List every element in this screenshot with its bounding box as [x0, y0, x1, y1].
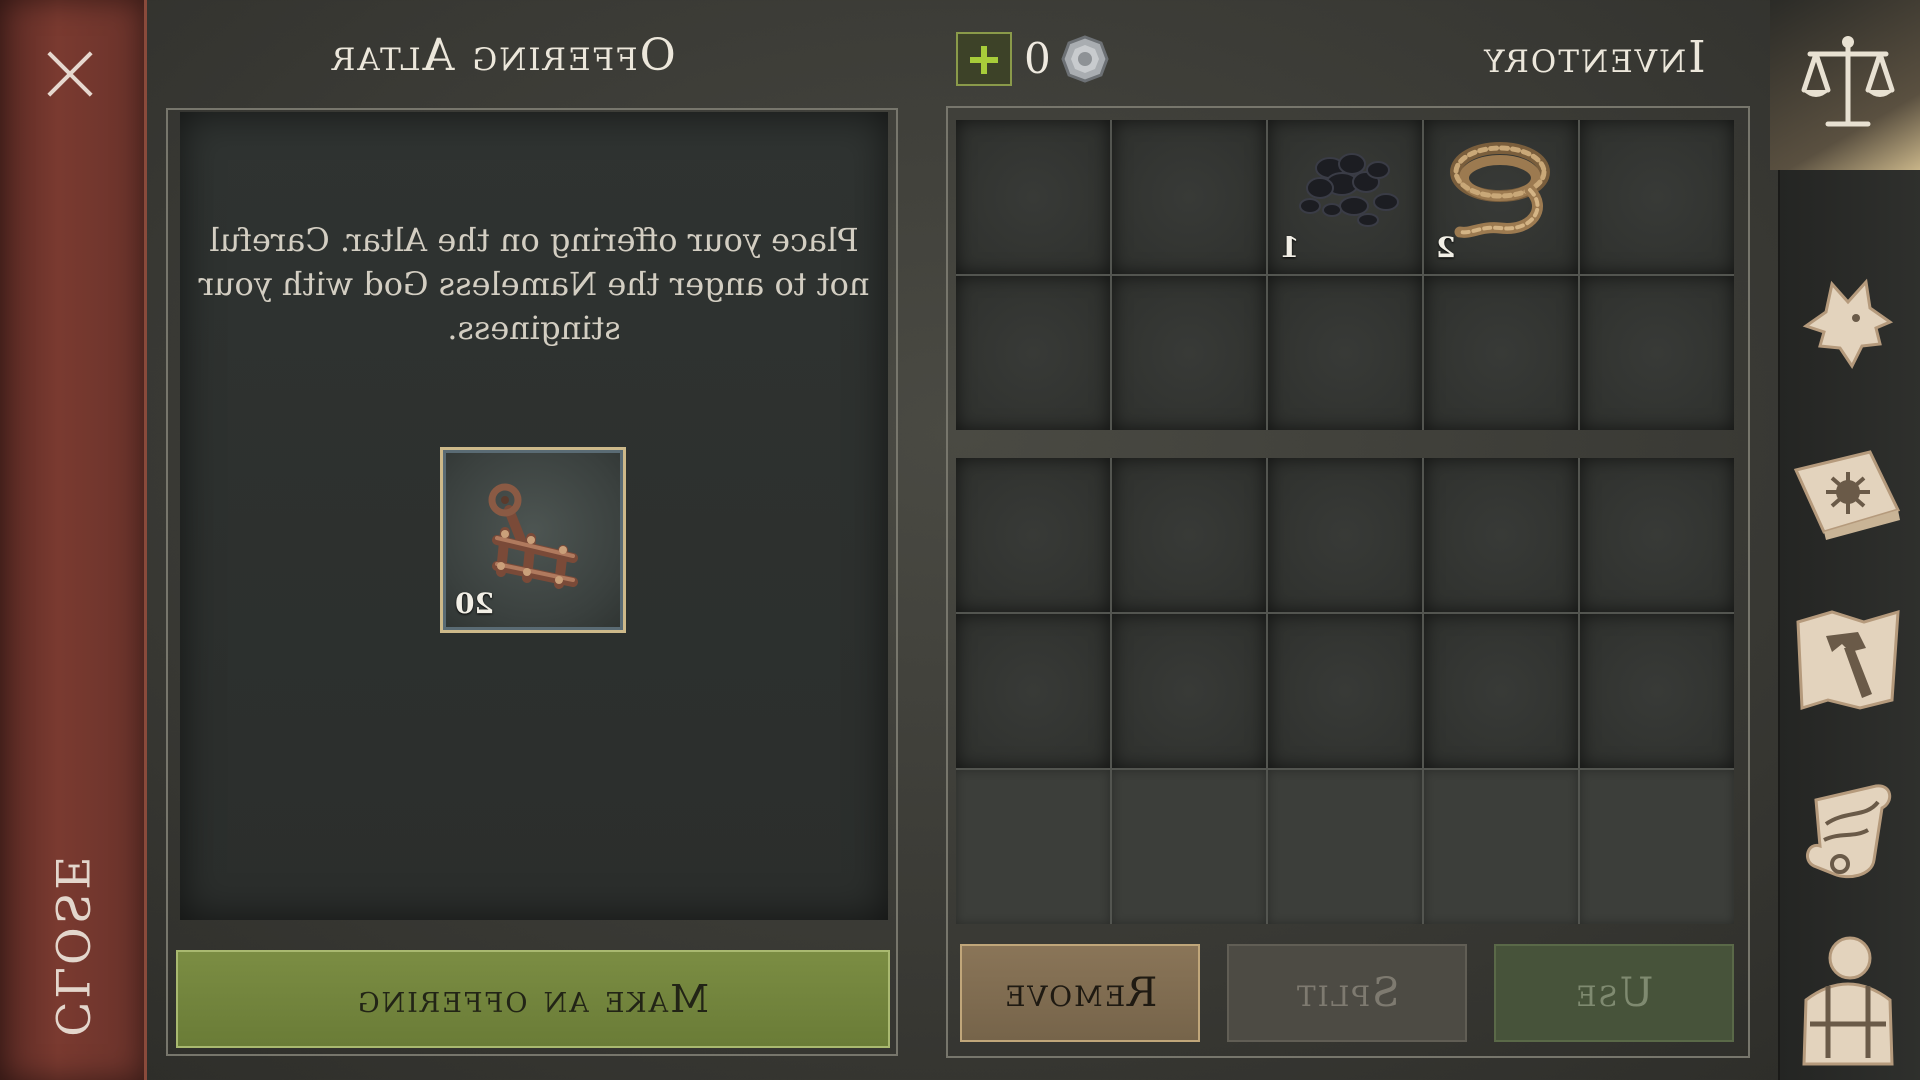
- inventory-slot[interactable]: [1424, 276, 1578, 430]
- inventory-slot-rope[interactable]: 2: [1424, 120, 1578, 274]
- inventory-slot[interactable]: [956, 614, 1110, 768]
- altar-description-line-1: Place your offering on the Altar. Carefu…: [209, 221, 859, 259]
- silver-coin-icon: [1061, 35, 1109, 83]
- inventory-slot[interactable]: [1112, 276, 1266, 430]
- inventory-slot[interactable]: [956, 120, 1110, 274]
- inventory-slot-locked: [1112, 770, 1266, 924]
- altar-title: Offering Altar: [330, 30, 676, 81]
- scales-icon[interactable]: [1796, 30, 1900, 134]
- inventory-slot[interactable]: [1268, 614, 1422, 768]
- remove-button[interactable]: Remove: [960, 944, 1200, 1042]
- character-backpack-icon[interactable]: [1792, 928, 1904, 1068]
- crossbow-frame-icon: [488, 483, 578, 589]
- inventory-slot[interactable]: [1580, 614, 1734, 768]
- plus-icon[interactable]: [956, 32, 1012, 86]
- altar-description: Place your offering on the Altar. Carefu…: [196, 218, 872, 350]
- make-offering-button[interactable]: Make an offering: [176, 950, 890, 1048]
- inventory-slot[interactable]: [1112, 120, 1266, 274]
- close-bar[interactable]: CLOSE: [0, 0, 147, 1080]
- inventory-slot[interactable]: [956, 458, 1110, 612]
- scroll-quill-icon[interactable]: [1796, 780, 1900, 884]
- inventory-slot[interactable]: [1268, 276, 1422, 430]
- coin-count: 0: [1024, 34, 1051, 83]
- inventory-slot-locked: [1580, 770, 1734, 924]
- altar-description-line-3: stinginess.: [447, 309, 621, 347]
- inventory-top-grid: 1 2: [956, 120, 1734, 430]
- inventory-slot[interactable]: [1112, 458, 1266, 612]
- inventory-slot[interactable]: [1580, 276, 1734, 430]
- altar-description-line-2: not to anger the Nameless God with your: [198, 265, 870, 303]
- inventory-slot[interactable]: [1424, 614, 1578, 768]
- inventory-slot-locked: [1268, 770, 1422, 924]
- close-icon[interactable]: [44, 48, 96, 100]
- inventory-slot[interactable]: [956, 276, 1110, 430]
- offering-count: 20: [455, 587, 494, 620]
- inventory-slot[interactable]: [1112, 614, 1266, 768]
- use-button[interactable]: Use: [1494, 944, 1734, 1042]
- close-label: CLOSE: [45, 853, 100, 1037]
- offering-slot[interactable]: 20: [440, 447, 626, 633]
- inventory-slot[interactable]: [1580, 458, 1734, 612]
- inventory-title: Inventory: [1482, 32, 1706, 83]
- wolf-head-icon[interactable]: [1796, 272, 1900, 376]
- split-button[interactable]: Split: [1227, 944, 1467, 1042]
- slot-count: 2: [1436, 231, 1456, 264]
- rope-icon: [1450, 142, 1550, 238]
- inventory-slot-locked: [1424, 770, 1578, 924]
- inventory-slot[interactable]: [1580, 120, 1734, 274]
- hammer-map-icon[interactable]: [1792, 608, 1904, 712]
- inventory-slot[interactable]: [1268, 458, 1422, 612]
- inventory-slot-coal[interactable]: 1: [1268, 120, 1422, 274]
- inventory-bottom-grid: [956, 458, 1734, 924]
- inventory-slot[interactable]: [1424, 458, 1578, 612]
- coal-icon: [1299, 153, 1399, 227]
- sun-book-icon[interactable]: [1790, 440, 1906, 544]
- slot-count: 1: [1280, 231, 1300, 264]
- inventory-slot-locked: [956, 770, 1110, 924]
